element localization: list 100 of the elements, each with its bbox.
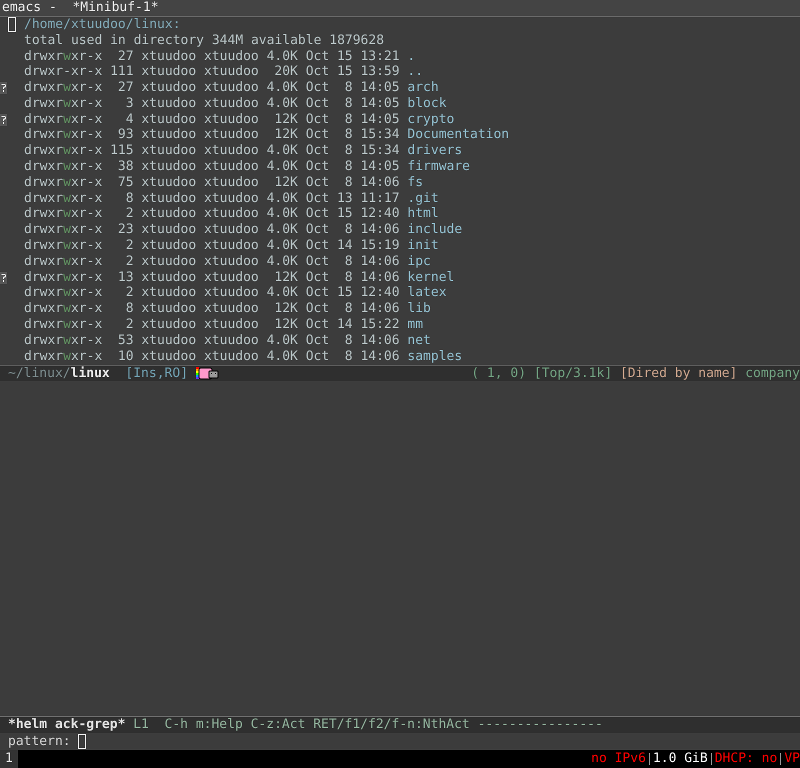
input-field[interactable] — [78, 734, 86, 749]
month: Oct — [306, 190, 330, 207]
month: Oct — [306, 80, 330, 96]
file-name[interactable]: html — [407, 206, 439, 222]
size: 4.0K — [266, 332, 298, 349]
link-count: 23 — [116, 222, 134, 238]
owner: xtuudoo — [141, 285, 196, 302]
group: xtuudoo — [204, 112, 259, 128]
day: 8 — [336, 222, 353, 238]
link-count: 8 — [124, 301, 134, 318]
link-count: 75 — [116, 174, 134, 191]
permissions: drwxrwxr-x — [24, 190, 102, 207]
permissions: drwxrwxr-x — [24, 112, 102, 128]
time: 12:40 — [360, 285, 400, 302]
day: 8 — [336, 127, 353, 144]
month: Oct — [306, 112, 330, 128]
owner: xtuudoo — [141, 80, 196, 96]
group: xtuudoo — [204, 127, 259, 144]
owner: xtuudoo — [141, 206, 196, 222]
group: xtuudoo — [204, 64, 259, 80]
link-count: 2 — [124, 238, 134, 254]
day: 14 — [336, 238, 353, 254]
file-name[interactable]: include — [407, 222, 462, 238]
day: 8 — [336, 270, 353, 286]
month: Oct — [306, 127, 330, 144]
file-name[interactable]: . — [407, 48, 416, 64]
file-name[interactable]: fs — [407, 174, 424, 191]
size: 4.0K — [266, 348, 298, 365]
directory-summary: total used in directory 344M available 1879628 — [24, 32, 384, 49]
cursor-position: ( 1, 0) — [471, 366, 526, 381]
size: 20K — [273, 64, 298, 80]
owner: xtuudoo — [141, 190, 196, 207]
time: 14:05 — [360, 112, 400, 128]
size: 4.0K — [266, 206, 298, 222]
month: Oct — [306, 222, 330, 238]
file-name[interactable]: firmware — [407, 159, 470, 176]
month: Oct — [306, 301, 330, 318]
file-name[interactable]: kernel — [407, 270, 454, 286]
owner: xtuudoo — [141, 238, 196, 254]
file-name[interactable]: latex — [407, 285, 447, 302]
file-name[interactable]: Documentation — [407, 127, 510, 144]
size: 4.0K — [266, 96, 298, 112]
status-item: 1.0 GiB — [652, 751, 708, 767]
directory-header: /home/xtuudoo/linux: — [24, 17, 181, 33]
size: 4.0K — [266, 285, 298, 302]
file-name[interactable]: crypto — [407, 112, 454, 128]
permissions: drwxrwxr-x — [24, 174, 102, 191]
file-name[interactable]: .. — [407, 64, 424, 80]
time: 14:06 — [360, 222, 400, 238]
permissions: drwxrwxr-x — [24, 159, 102, 176]
group: xtuudoo — [204, 254, 259, 270]
size: 4.0K — [266, 80, 298, 96]
group: xtuudoo — [204, 190, 259, 207]
link-count: 115 — [110, 143, 134, 160]
group: xtuudoo — [204, 270, 259, 286]
file-name[interactable]: ipc — [407, 254, 431, 270]
owner: xtuudoo — [141, 317, 196, 334]
day: 8 — [336, 80, 353, 96]
scroll-position: [Top/3.1k] — [534, 366, 612, 381]
day: 15 — [336, 206, 353, 222]
size: 4.0K — [266, 222, 298, 238]
day: 15 — [336, 285, 353, 302]
link-count: 4 — [124, 112, 134, 128]
time: 14:05 — [360, 159, 400, 176]
group: xtuudoo — [204, 143, 259, 160]
group: xtuudoo — [204, 96, 259, 112]
link-count: 3 — [124, 96, 134, 112]
group: xtuudoo — [204, 317, 259, 334]
file-name[interactable]: arch — [407, 80, 439, 96]
size: 4.0K — [266, 159, 298, 176]
file-name[interactable]: init — [407, 238, 439, 254]
month: Oct — [306, 48, 330, 64]
permissions: drwxrwxr-x — [24, 238, 102, 254]
size: 4.0K — [266, 48, 298, 64]
month: Oct — [306, 96, 330, 112]
file-name[interactable]: lib — [407, 301, 431, 318]
buffer-state: [Ins,RO] — [125, 366, 188, 381]
owner: xtuudoo — [141, 96, 196, 112]
cat-icon — [196, 366, 220, 380]
group: xtuudoo — [204, 285, 259, 302]
file-name[interactable]: mm — [407, 317, 424, 334]
owner: xtuudoo — [141, 127, 196, 144]
time: 13:59 — [360, 64, 400, 80]
workspace-tag[interactable]: 1 — [0, 750, 18, 768]
group: xtuudoo — [204, 159, 259, 176]
file-name[interactable]: samples — [407, 348, 462, 365]
group: xtuudoo — [204, 206, 259, 222]
time: 15:19 — [360, 238, 400, 254]
day: 8 — [336, 254, 353, 270]
permissions: drwxrwxr-x — [24, 270, 102, 286]
file-name[interactable]: net — [407, 332, 431, 349]
day: 15 — [336, 64, 353, 80]
file-name[interactable]: drivers — [407, 143, 462, 160]
file-name[interactable]: block — [407, 96, 447, 112]
month: Oct — [306, 348, 330, 365]
file-name[interactable]: .git — [407, 190, 439, 207]
group: xtuudoo — [204, 348, 259, 365]
day: 15 — [336, 48, 353, 64]
cursor — [8, 17, 16, 32]
link-count: 2 — [124, 317, 134, 334]
